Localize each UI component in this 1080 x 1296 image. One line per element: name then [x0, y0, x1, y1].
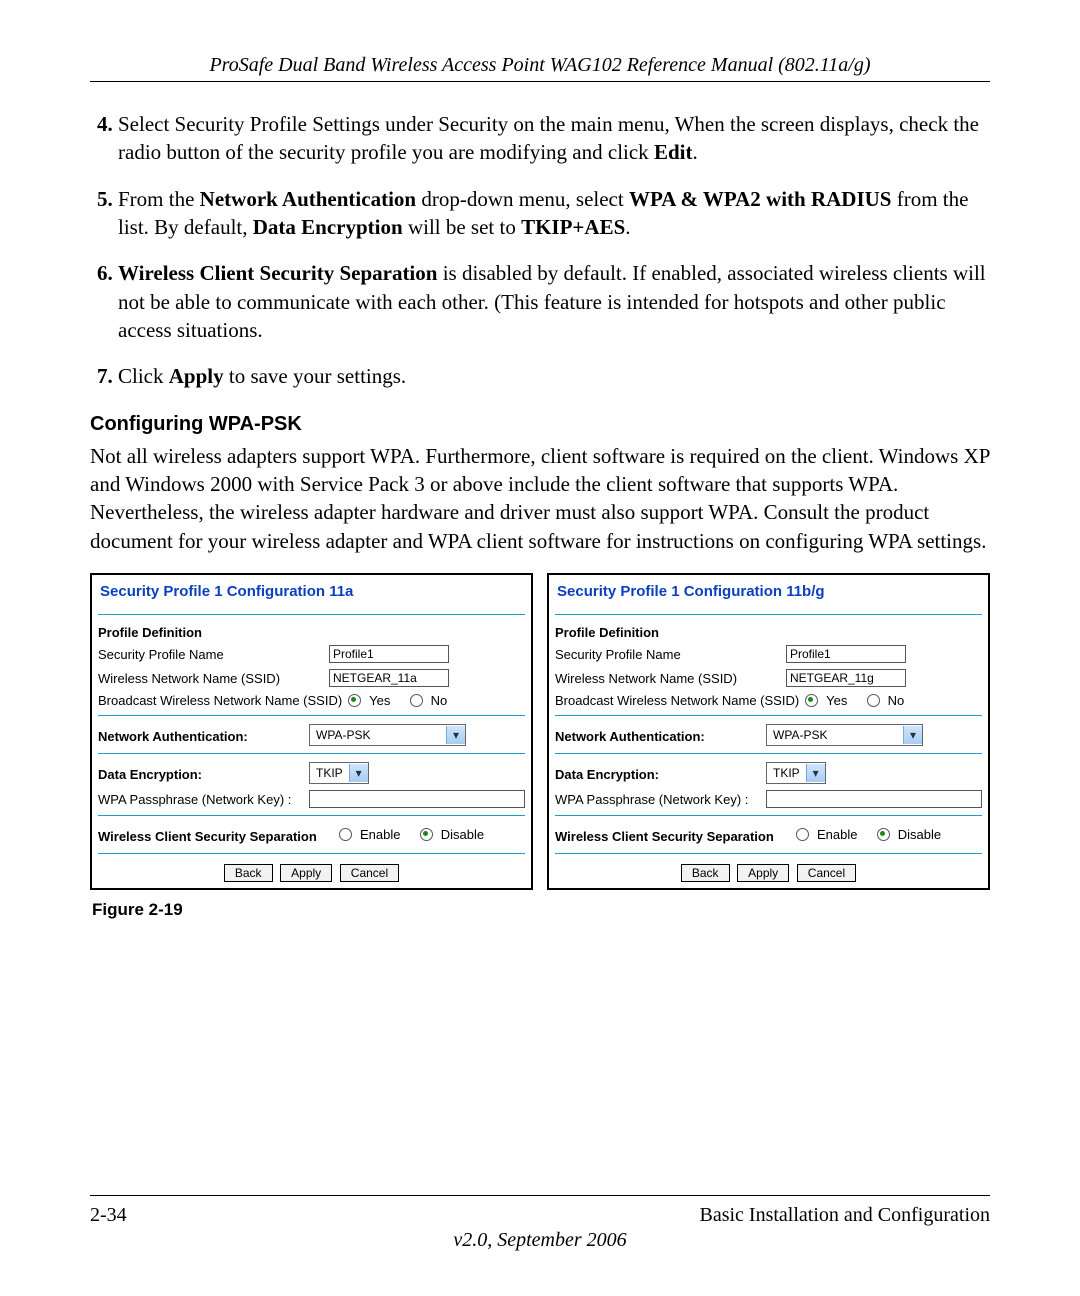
profile-name-input[interactable] [786, 645, 906, 663]
client-separation-label: Wireless Client Security Separation [98, 823, 333, 846]
page-number: 2-34 [90, 1204, 127, 1227]
broadcast-yes-radio[interactable] [348, 694, 361, 707]
chevron-down-icon: ▾ [446, 726, 465, 744]
data-encryption-select[interactable]: TKIP ▾ [766, 762, 826, 784]
page-footer: 2-34 Basic Installation and Configuratio… [90, 1195, 990, 1252]
ssid-label: Wireless Network Name (SSID) [98, 671, 323, 686]
step-4: Select Security Profile Settings under S… [118, 110, 990, 167]
client-separation-label: Wireless Client Security Separation [555, 823, 790, 846]
broadcast-no-radio[interactable] [867, 694, 880, 707]
passphrase-label: WPA Passphrase (Network Key) : [98, 792, 303, 807]
config-panel-11bg: Security Profile 1 Configuration 11b/g P… [547, 573, 990, 890]
apply-button[interactable]: Apply [737, 864, 789, 882]
network-auth-label: Network Authentication: [555, 723, 760, 746]
network-auth-select[interactable]: WPA-PSK ▾ [766, 724, 923, 746]
ssid-input[interactable] [786, 669, 906, 687]
chevron-down-icon: ▾ [806, 764, 825, 782]
panel-title: Security Profile 1 Configuration 11a [98, 579, 525, 610]
apply-button[interactable]: Apply [280, 864, 332, 882]
doc-version: v2.0, September 2006 [90, 1229, 990, 1252]
network-auth-select[interactable]: WPA-PSK ▾ [309, 724, 466, 746]
separation-enable-radio[interactable] [796, 828, 809, 841]
step-7: Click Apply to save your settings. [118, 362, 990, 390]
profile-definition-label: Profile Definition [555, 619, 982, 642]
step-5: From the Network Authentication drop-dow… [118, 185, 990, 242]
network-auth-label: Network Authentication: [98, 723, 303, 746]
chapter-title: Basic Installation and Configuration [700, 1204, 991, 1227]
panel-title: Security Profile 1 Configuration 11b/g [555, 579, 982, 610]
back-button[interactable]: Back [681, 864, 730, 882]
passphrase-input[interactable] [766, 790, 982, 808]
broadcast-ssid-label: Broadcast Wireless Network Name (SSID) [98, 693, 342, 708]
data-encryption-select[interactable]: TKIP ▾ [309, 762, 369, 784]
ssid-input[interactable] [329, 669, 449, 687]
data-encryption-label: Data Encryption: [98, 761, 303, 784]
chevron-down-icon: ▾ [903, 726, 922, 744]
passphrase-input[interactable] [309, 790, 525, 808]
profile-name-label: Security Profile Name [555, 647, 780, 662]
ssid-label: Wireless Network Name (SSID) [555, 671, 780, 686]
profile-definition-label: Profile Definition [98, 619, 525, 642]
cancel-button[interactable]: Cancel [797, 864, 856, 882]
figure-caption: Figure 2-19 [92, 900, 990, 920]
rule-top [90, 81, 990, 82]
profile-name-label: Security Profile Name [98, 647, 323, 662]
passphrase-label: WPA Passphrase (Network Key) : [555, 792, 760, 807]
cancel-button[interactable]: Cancel [340, 864, 399, 882]
chevron-down-icon: ▾ [349, 764, 368, 782]
step-list: Select Security Profile Settings under S… [90, 110, 990, 391]
back-button[interactable]: Back [224, 864, 273, 882]
figure-row: Security Profile 1 Configuration 11a Pro… [90, 573, 990, 890]
separation-disable-radio[interactable] [877, 828, 890, 841]
profile-name-input[interactable] [329, 645, 449, 663]
separation-enable-radio[interactable] [339, 828, 352, 841]
data-encryption-label: Data Encryption: [555, 761, 760, 784]
broadcast-yes-radio[interactable] [805, 694, 818, 707]
intro-paragraph: Not all wireless adapters support WPA. F… [90, 442, 990, 555]
step-6: Wireless Client Security Separation is d… [118, 259, 990, 344]
broadcast-no-radio[interactable] [410, 694, 423, 707]
rule-bottom [90, 1195, 990, 1196]
broadcast-ssid-label: Broadcast Wireless Network Name (SSID) [555, 693, 799, 708]
separation-disable-radio[interactable] [420, 828, 433, 841]
running-title: ProSafe Dual Band Wireless Access Point … [90, 54, 990, 77]
config-panel-11a: Security Profile 1 Configuration 11a Pro… [90, 573, 533, 890]
subheading: Configuring WPA-PSK [90, 413, 990, 436]
